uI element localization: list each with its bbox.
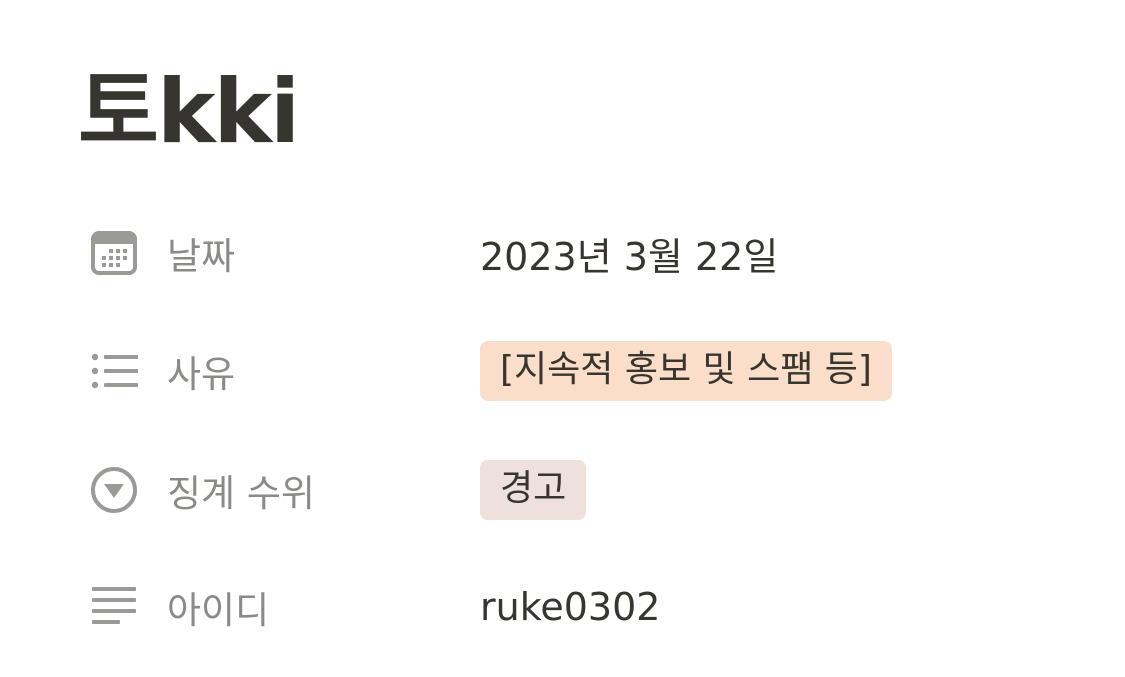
property-value-id[interactable]: ruke0302 [480,577,660,637]
penalty-level-tag: 경고 [480,460,587,520]
property-label-date[interactable]: 날짜 [90,223,480,283]
property-row-penalty-level: 징계 수위 경고 [90,460,1090,520]
property-label-reason[interactable]: 사유 [90,341,480,401]
property-label-text: 날짜 [167,235,236,278]
property-label-text: 사유 [167,353,236,396]
property-value-reason[interactable]: [지속적 홍보 및 스팸 등] [480,341,892,401]
property-label-penalty-level[interactable]: 징계 수위 [90,460,480,520]
id-value: ruke0302 [480,585,661,629]
page-title[interactable]: 토kki [78,60,300,164]
property-label-id[interactable]: 아이디 [90,577,480,637]
property-label-text: 징계 수위 [167,472,315,515]
text-lines-icon [90,581,142,633]
calendar-icon [90,227,142,279]
property-row-id: 아이디 ruke0302 [90,577,1090,637]
property-row-reason: 사유 [지속적 홍보 및 스팸 등] [90,341,1090,401]
property-label-text: 아이디 [167,589,270,632]
reason-tag: [지속적 홍보 및 스팸 등] [480,341,892,401]
property-value-date[interactable]: 2023년 3월 22일 [480,223,778,283]
property-row-date: 날짜 2023년 3월 22일 [90,223,1090,283]
property-value-penalty-level[interactable]: 경고 [480,460,587,520]
bulleted-list-icon [90,345,142,397]
date-value: 2023년 3월 22일 [480,234,779,279]
select-chevron-icon [90,464,142,516]
